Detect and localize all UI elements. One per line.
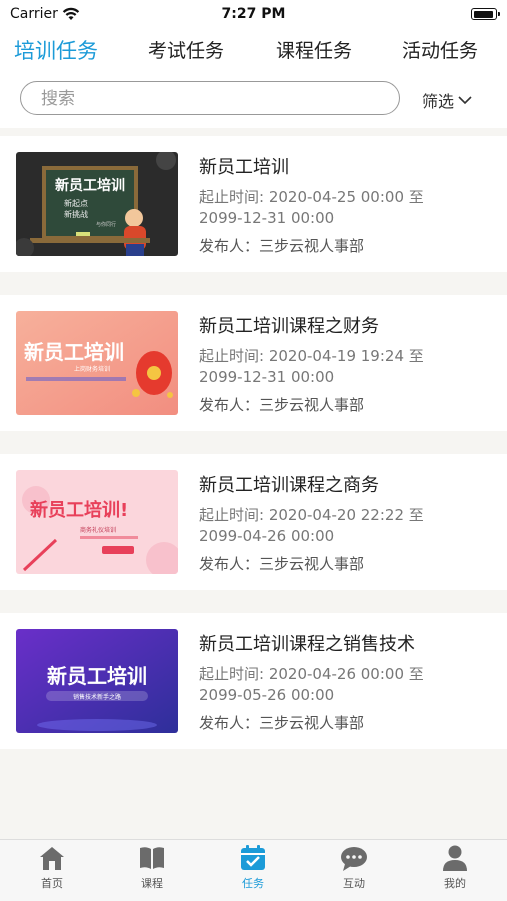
svg-text:与你同行: 与你同行 — [96, 221, 116, 228]
tabbar-tasks[interactable]: 任务 — [213, 844, 293, 891]
task-publisher: 发布人：三步云视人事部 — [199, 555, 365, 573]
svg-text:上岗财务培训: 上岗财务培训 — [74, 365, 110, 373]
svg-text:新员工培训!: 新员工培训! — [30, 499, 128, 521]
filter-button[interactable]: 筛选 — [422, 88, 472, 112]
task-dates: 起止时间: 2020-04-25 00:00 至 2099-12-31 00:0… — [199, 188, 424, 227]
task-thumbnail: 新员工培训 新起点 新挑战 与你同行 — [16, 152, 178, 256]
chevron-down-icon — [458, 96, 472, 105]
svg-text:商务礼仪培训: 商务礼仪培训 — [80, 526, 116, 534]
tab-exam-tasks[interactable]: 考试任务 — [148, 36, 224, 63]
tabbar-interaction[interactable]: 互动 — [314, 844, 394, 891]
tabbar-courses[interactable]: 课程 — [112, 844, 192, 891]
tabbar-mine[interactable]: 我的 — [415, 844, 495, 891]
clock: 7:27 PM — [221, 6, 286, 22]
tabbar-home[interactable]: 首页 — [12, 844, 92, 891]
svg-text:销售技术新手之路: 销售技术新手之路 — [73, 693, 121, 701]
task-icon — [241, 845, 265, 870]
task-card[interactable]: 新员工培训 新起点 新挑战 与你同行 新员工培训 起止时间: 2020-04-2… — [0, 136, 507, 272]
task-dates: 起止时间: 2020-04-26 00:00 至 2099-05-26 00:0… — [199, 665, 424, 704]
chat-icon — [341, 847, 367, 871]
task-thumbnail: 新员工培训 上岗财务培训 — [16, 311, 178, 415]
task-card[interactable]: 新员工培训 销售技术新手之路 新员工培训课程之销售技术 起止时间: 2020-0… — [0, 613, 507, 749]
svg-text:新员工培训: 新员工培训 — [47, 664, 147, 688]
search-input[interactable] — [39, 87, 383, 111]
svg-text:新员工培训: 新员工培训 — [55, 177, 125, 194]
svg-text:新起点: 新起点 — [64, 198, 88, 208]
filter-label: 筛选 — [422, 92, 455, 111]
battery-icon — [471, 8, 500, 20]
task-card[interactable]: 新员工培训 上岗财务培训 新员工培训课程之财务 起止时间: 2020-04-19… — [0, 295, 507, 431]
task-publisher: 发布人：三步云视人事部 — [199, 237, 365, 255]
svg-text:新挑战: 新挑战 — [64, 209, 88, 219]
task-title: 新员工培训 — [199, 157, 289, 178]
tab-activity-tasks[interactable]: 活动任务 — [402, 36, 478, 63]
task-publisher: 发布人：三步云视人事部 — [199, 396, 365, 414]
svg-text:新员工培训: 新员工培训 — [24, 340, 124, 364]
task-title: 新员工培训课程之财务 — [199, 316, 379, 337]
bottom-tab-bar: 首页 课程 任务 互动 我的 — [0, 839, 507, 901]
task-card[interactable]: 新员工培训! 商务礼仪培训 新员工培训课程之商务 起止时间: 2020-04-2… — [0, 454, 507, 590]
book-icon — [140, 847, 164, 869]
tab-training-tasks[interactable]: 培训任务 — [14, 35, 98, 65]
task-thumbnail: 新员工培训 销售技术新手之路 — [16, 629, 178, 733]
search-box — [20, 81, 400, 115]
task-type-tabs: 培训任务 考试任务 课程任务 活动任务 — [0, 30, 507, 74]
task-dates: 起止时间: 2020-04-20 22:22 至 2099-04-26 00:0… — [199, 506, 424, 545]
task-publisher: 发布人：三步云视人事部 — [199, 714, 365, 732]
home-icon — [40, 847, 64, 870]
task-dates: 起止时间: 2020-04-19 19:24 至 2099-12-31 00:0… — [199, 347, 424, 386]
tab-course-tasks[interactable]: 课程任务 — [276, 36, 352, 63]
task-title: 新员工培训课程之商务 — [199, 475, 379, 496]
search-row: 筛选 — [0, 74, 507, 128]
status-bar: Carrier 7:27 PM — [0, 0, 507, 30]
task-thumbnail: 新员工培训! 商务礼仪培训 — [16, 470, 178, 574]
task-title: 新员工培训课程之销售技术 — [199, 634, 415, 655]
user-icon — [443, 845, 467, 871]
